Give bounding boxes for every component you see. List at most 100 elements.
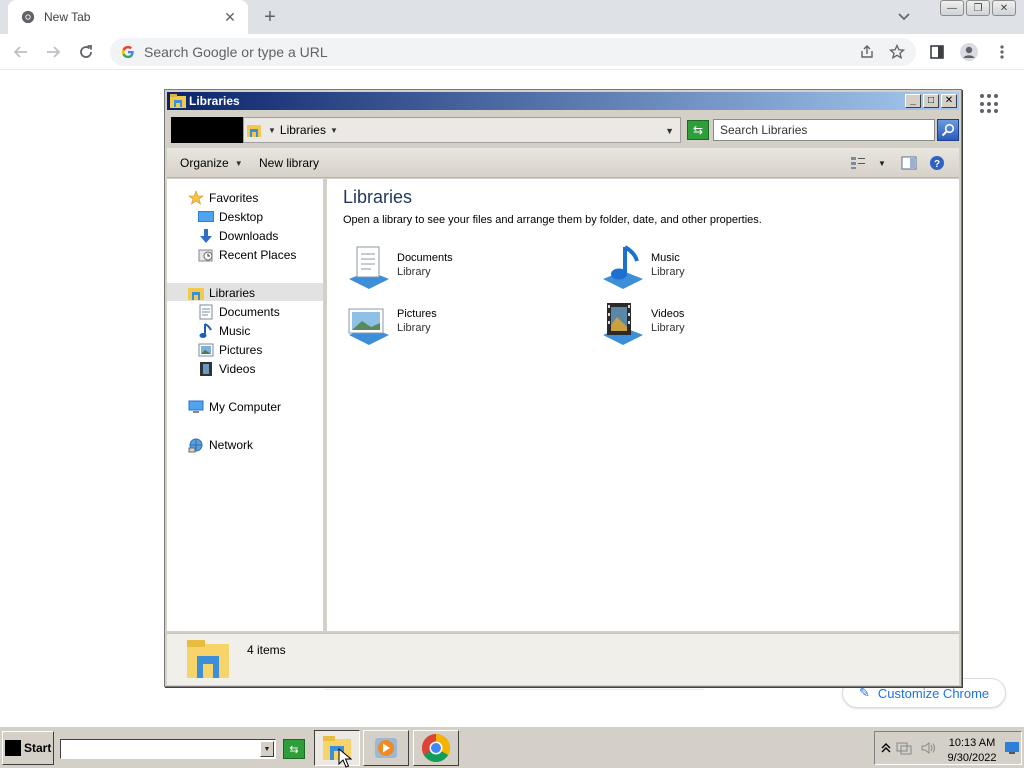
nav-label: Libraries (209, 285, 256, 300)
network-icon (187, 437, 205, 453)
close-window-button[interactable]: ✕ (992, 0, 1016, 16)
nav-documents[interactable]: Documents (197, 302, 280, 321)
computer-icon (187, 399, 205, 415)
new-tab-button[interactable]: + (258, 6, 282, 28)
library-type: Library (397, 322, 431, 334)
minimize-button[interactable]: — (940, 0, 964, 16)
bookmark-star-icon[interactable] (886, 41, 908, 63)
breadcrumb-libraries[interactable]: Libraries (280, 123, 326, 137)
window-titlebar[interactable]: Libraries _ □ ✕ (167, 92, 959, 110)
nav-label: My Computer (209, 399, 282, 414)
library-type: Library (651, 322, 685, 334)
redacted-nav-buttons (171, 117, 243, 143)
nav-libraries[interactable]: Libraries (187, 283, 255, 302)
google-apps-icon[interactable] (980, 94, 1000, 114)
tab-title: New Tab (44, 10, 91, 24)
tab-strip: New Tab ✕ + — ❐ ✕ (0, 0, 1024, 34)
taskbar-media-player-button[interactable] (363, 730, 409, 766)
search-libraries-input[interactable]: Search Libraries (713, 119, 935, 141)
svg-text:?: ? (934, 159, 940, 170)
nav-network[interactable]: Network (187, 435, 253, 454)
film-strip-icon (197, 361, 215, 377)
side-panel-icon[interactable] (926, 41, 948, 63)
tab-new-tab[interactable]: New Tab ✕ (8, 0, 248, 34)
nav-label: Documents (219, 304, 280, 319)
clock-date: 9/30/2022 (947, 752, 997, 764)
taskbar-explorer-button[interactable] (314, 730, 360, 766)
navigation-pane: Favorites Desktop Downloads Recent Place… (167, 179, 325, 631)
content-title: Libraries (343, 187, 413, 207)
volume-icon[interactable] (919, 740, 937, 756)
start-label: Start (24, 741, 52, 755)
taskbar: Start ▼ ⇆ 10:13 AM 9/30/2022 (0, 726, 1024, 768)
window-controls: — ❐ ✕ (940, 0, 1016, 16)
taskbar-go-button[interactable]: ⇆ (283, 739, 305, 759)
window-close-button[interactable]: ✕ (941, 94, 957, 108)
forward-arrow-icon[interactable] (42, 41, 64, 63)
nav-label: Music (219, 323, 251, 338)
start-button[interactable]: Start (2, 731, 54, 765)
omnibox[interactable]: Search Google or type a URL (110, 38, 916, 66)
chevron-down-icon: ▼ (234, 158, 243, 168)
show-hidden-icons-icon[interactable] (877, 740, 895, 756)
nav-desktop[interactable]: Desktop (197, 207, 263, 226)
nav-recent-places[interactable]: Recent Places (197, 245, 296, 264)
window-maximize-button[interactable]: □ (923, 94, 939, 108)
omnibox-placeholder: Search Google or type a URL (144, 44, 328, 60)
window-minimize-button[interactable]: _ (905, 94, 921, 108)
libraries-folder-icon (170, 94, 186, 108)
nav-music[interactable]: Music (197, 321, 250, 340)
tray-clock[interactable]: 10:13 AM 9/30/2022 (941, 736, 1003, 766)
nav-pictures[interactable]: Pictures (197, 340, 262, 359)
nav-videos[interactable]: Videos (197, 359, 255, 378)
breadcrumb-arrow-icon[interactable]: ▼ (330, 126, 338, 135)
nav-label: Recent Places (219, 247, 297, 262)
address-dropdown-icon[interactable]: ▼ (665, 126, 674, 136)
chrome-icon (422, 734, 450, 762)
nav-label: Pictures (219, 342, 263, 357)
desktop-icon (197, 209, 215, 225)
network-tray-icon[interactable] (895, 740, 913, 756)
close-tab-icon[interactable]: ✕ (222, 9, 238, 25)
library-videos[interactable]: Videos Library (599, 301, 819, 349)
address-dropdown-icon[interactable]: ▼ (260, 741, 274, 757)
show-desktop-icon[interactable] (1003, 740, 1021, 756)
nav-downloads[interactable]: Downloads (197, 226, 278, 245)
change-view-icon[interactable] (849, 155, 867, 171)
share-icon[interactable] (856, 41, 878, 63)
preview-pane-icon[interactable] (900, 155, 918, 171)
videos-library-icon (603, 303, 643, 345)
pictures-library-icon (348, 308, 389, 345)
help-icon[interactable]: ? (928, 155, 946, 171)
organize-button[interactable]: Organize ▼ (180, 156, 243, 170)
library-name: Pictures (397, 308, 437, 320)
address-bar[interactable]: ▼ Libraries ▼ ▼ (243, 117, 681, 143)
pictures-icon (197, 342, 215, 358)
taskbar-chrome-button[interactable] (413, 730, 459, 766)
taskbar-address-input[interactable]: ▼ (60, 739, 276, 759)
library-pictures[interactable]: Pictures Library (345, 301, 565, 349)
nav-my-computer[interactable]: My Computer (187, 397, 281, 416)
new-library-button[interactable]: New library (259, 156, 319, 170)
back-arrow-icon[interactable] (10, 41, 32, 63)
library-music[interactable]: Music Library (599, 245, 819, 293)
breadcrumb-arrow-icon[interactable]: ▼ (268, 126, 276, 135)
library-documents[interactable]: Documents Library (345, 245, 565, 293)
restore-button[interactable]: ❐ (966, 0, 990, 16)
music-library-icon (603, 245, 643, 289)
documents-icon (197, 304, 215, 320)
reload-icon[interactable] (75, 41, 97, 63)
library-type: Library (651, 266, 685, 278)
refresh-button[interactable]: ⇆ (687, 120, 709, 140)
nav-favorites[interactable]: Favorites (187, 188, 258, 207)
address-row: ▼ Libraries ▼ ▼ ⇆ Search Libraries (167, 114, 959, 146)
profile-avatar-icon[interactable] (958, 41, 980, 63)
tab-search-chevron-icon[interactable] (894, 8, 914, 26)
nav-label: Videos (219, 361, 256, 376)
view-options-chevron-icon[interactable]: ▼ (873, 155, 891, 171)
more-menu-icon[interactable] (991, 41, 1013, 63)
search-icon[interactable] (937, 119, 959, 141)
libraries-icon (187, 285, 205, 301)
music-note-icon (197, 322, 215, 339)
nav-label: Favorites (209, 190, 259, 205)
